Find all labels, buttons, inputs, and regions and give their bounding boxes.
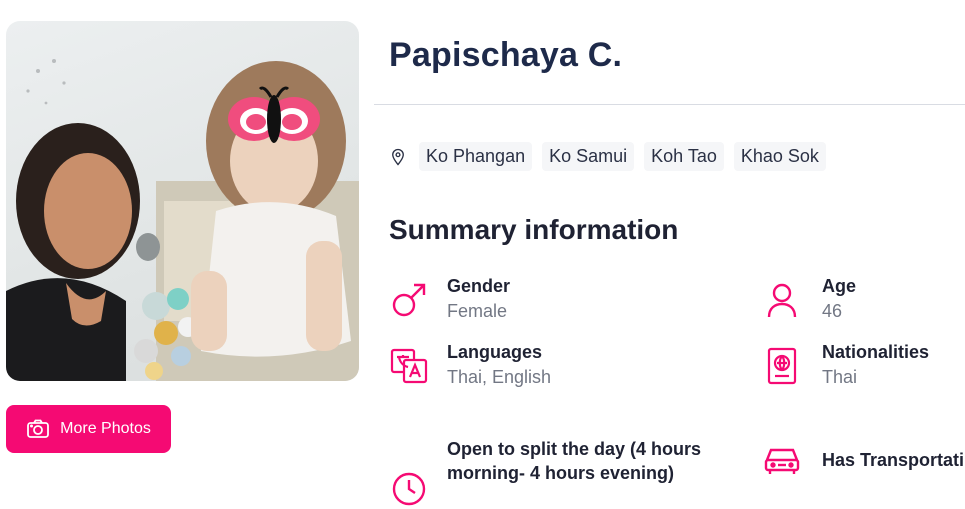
location-list: Ko Phangan Ko Samui Koh Tao Khao Sok <box>389 142 826 171</box>
age-item: Age 46 <box>762 274 856 324</box>
location-chip-koh-tao[interactable]: Koh Tao <box>644 142 724 171</box>
location-pin-icon <box>392 148 404 166</box>
more-photos-label: More Photos <box>60 420 151 437</box>
languages-value: Thai, English <box>447 367 552 387</box>
transportation-item: Has Transportati <box>762 440 964 480</box>
profile-photo[interactable] <box>6 21 359 381</box>
location-chip-khao-sok[interactable]: Khao Sok <box>733 142 826 171</box>
age-value: 46 <box>822 301 843 321</box>
male-symbol-icon <box>392 283 426 317</box>
languages-label: Languages <box>447 342 543 362</box>
translate-icon <box>390 348 428 384</box>
gender-label: Gender <box>447 276 511 296</box>
location-chip-ko-phangan[interactable]: Ko Phangan <box>419 142 533 171</box>
age-label: Age <box>822 276 857 296</box>
gender-value: Female <box>447 301 508 321</box>
passport-icon <box>767 347 797 385</box>
gender-item: Gender Female <box>389 274 510 324</box>
languages-item: Languages Thai, English <box>389 340 551 390</box>
nationalities-label: Nationalities <box>822 342 930 362</box>
transportation-label: Has Transportati <box>822 450 965 470</box>
more-photos-button[interactable]: More Photos <box>6 405 171 453</box>
header-divider <box>374 104 965 105</box>
photo-illustration <box>6 59 359 381</box>
person-icon <box>767 283 797 318</box>
profile-name: Papischaya C. <box>389 36 623 74</box>
availability-item: Open to split the day (4 hours morning- … <box>389 437 737 509</box>
location-chip-ko-samui[interactable]: Ko Samui <box>542 142 635 171</box>
car-icon <box>764 448 800 474</box>
summary-title: Summary information <box>389 214 679 245</box>
nationalities-value: Thai <box>822 367 858 387</box>
availability-label: Open to split the day (4 hours morning- … <box>447 439 702 483</box>
clock-icon <box>392 472 426 506</box>
camera-icon <box>27 419 50 438</box>
nationalities-item: Nationalities Thai <box>762 340 929 390</box>
